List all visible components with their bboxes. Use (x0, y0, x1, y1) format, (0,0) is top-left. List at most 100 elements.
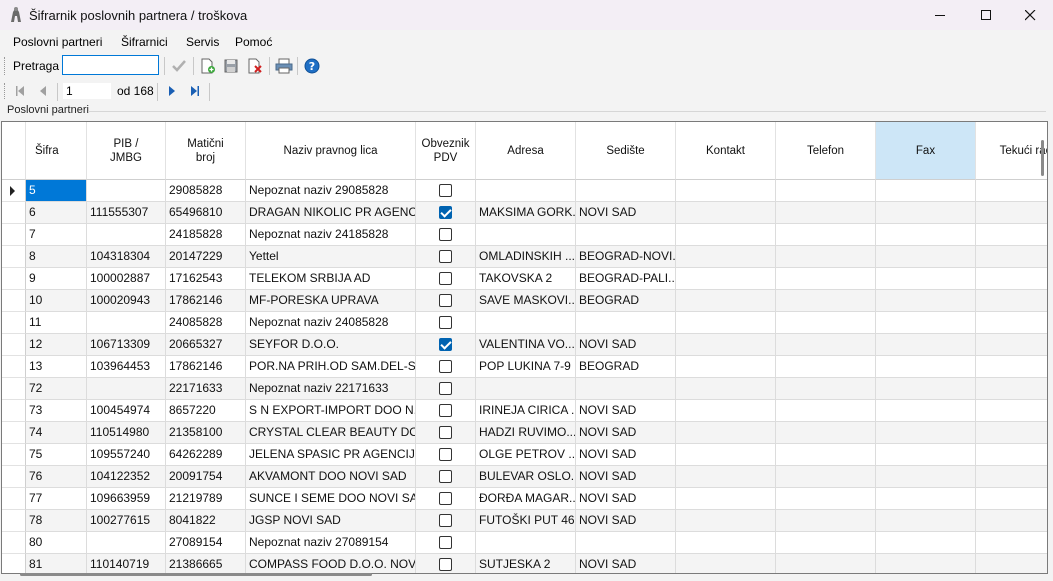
cell-naziv[interactable]: Nepoznat naziv 24185828 (246, 224, 416, 246)
row-header[interactable] (2, 180, 26, 202)
cell-maticni-broj[interactable]: 20147229 (166, 246, 246, 268)
cell-pib-jmbg[interactable]: 104318304 (87, 246, 166, 268)
cell-maticni-broj[interactable]: 24185828 (166, 224, 246, 246)
cell-adresa[interactable]: ĐORĐA MAGAR... (476, 488, 576, 510)
cell-telefon[interactable] (776, 334, 876, 356)
cell-tekuci-racun[interactable] (976, 554, 1047, 573)
cell-adresa[interactable]: OLGE PETROV ... (476, 444, 576, 466)
cell-tekuci-racun[interactable] (976, 466, 1047, 488)
cell-tekuci-racun[interactable] (976, 224, 1047, 246)
help-button[interactable]: ? (303, 57, 321, 75)
cell-adresa[interactable]: FUTOŠKI PUT 46 (476, 510, 576, 532)
cell-naziv[interactable]: Nepoznat naziv 24085828 (246, 312, 416, 334)
pdv-checkbox[interactable] (439, 558, 452, 571)
cell-naziv[interactable]: TELEKOM SRBIJA AD (246, 268, 416, 290)
cell-sediste[interactable]: BEOGRAD-NOVI... (576, 246, 676, 268)
menu-poslovni-partneri[interactable]: Poslovni partneri (13, 35, 102, 49)
column-header-naziv[interactable]: Naziv pravnog lica (246, 122, 416, 180)
cell-tekuci-racun[interactable] (976, 180, 1047, 202)
cell-pib-jmbg[interactable]: 100002887 (87, 268, 166, 290)
cell-pib-jmbg[interactable] (87, 180, 166, 202)
cell-telefon[interactable] (776, 488, 876, 510)
cell-pib-jmbg[interactable] (87, 532, 166, 554)
row-header[interactable] (2, 488, 26, 510)
column-header-fax[interactable]: Fax (876, 122, 976, 180)
cell-naziv[interactable]: Nepoznat naziv 27089154 (246, 532, 416, 554)
previous-page-button[interactable] (34, 82, 52, 100)
cell-adresa[interactable]: SUTJESKA 2 (476, 554, 576, 573)
cell-tekuci-racun[interactable] (976, 532, 1047, 554)
cell-adresa[interactable]: BULEVAR OSLO... (476, 466, 576, 488)
row-header[interactable] (2, 532, 26, 554)
cell-kontakt[interactable] (676, 312, 776, 334)
cell-maticni-broj[interactable]: 17862146 (166, 356, 246, 378)
cell-telefon[interactable] (776, 400, 876, 422)
cell-tekuci-racun[interactable] (976, 400, 1047, 422)
cell-pib-jmbg[interactable]: 109663959 (87, 488, 166, 510)
row-header[interactable] (2, 400, 26, 422)
cell-kontakt[interactable] (676, 334, 776, 356)
cell-sediste[interactable] (576, 180, 676, 202)
cell-pib-jmbg[interactable]: 104122352 (87, 466, 166, 488)
pdv-checkbox[interactable] (439, 338, 452, 351)
search-input[interactable] (62, 55, 159, 75)
cell-telefon[interactable] (776, 510, 876, 532)
cell-sediste[interactable]: NOVI SAD (576, 334, 676, 356)
cell-sediste[interactable]: NOVI SAD (576, 554, 676, 573)
minimize-button[interactable] (917, 0, 963, 30)
partners-grid[interactable]: Šifra PIB / JMBG Matični broj Naziv pravnog… (1, 121, 1048, 574)
cell-fax[interactable] (876, 246, 976, 268)
new-record-button[interactable] (199, 57, 217, 75)
cell-telefon[interactable] (776, 422, 876, 444)
cell-maticni-broj[interactable]: 29085828 (166, 180, 246, 202)
cell-kontakt[interactable] (676, 422, 776, 444)
cell-pib-jmbg[interactable] (87, 224, 166, 246)
row-header[interactable] (2, 202, 26, 224)
cell-kontakt[interactable] (676, 510, 776, 532)
column-header-sediste[interactable]: Sedište (576, 122, 676, 180)
save-button[interactable] (222, 57, 240, 75)
cell-obveznik-pdv[interactable] (416, 224, 476, 246)
cell-naziv[interactable]: MF-PORESKA UPRAVA (246, 290, 416, 312)
cell-fax[interactable] (876, 268, 976, 290)
cell-adresa[interactable] (476, 180, 576, 202)
cell-fax[interactable] (876, 532, 976, 554)
cell-naziv[interactable]: Yettel (246, 246, 416, 268)
cell-kontakt[interactable] (676, 246, 776, 268)
cell-sifra[interactable]: 8 (26, 246, 87, 268)
cell-naziv[interactable]: AKVAMONT DOO NOVI SAD (246, 466, 416, 488)
cell-pib-jmbg[interactable]: 110140719 (87, 554, 166, 573)
cell-tekuci-racun[interactable] (976, 312, 1047, 334)
cell-sifra[interactable]: 80 (26, 532, 87, 554)
cell-adresa[interactable]: MAKSIMA GORK... (476, 202, 576, 224)
cell-obveznik-pdv[interactable] (416, 180, 476, 202)
cell-fax[interactable] (876, 510, 976, 532)
first-page-button[interactable] (11, 82, 29, 100)
pdv-checkbox[interactable] (439, 184, 452, 197)
cell-sediste[interactable]: NOVI SAD (576, 510, 676, 532)
cell-telefon[interactable] (776, 246, 876, 268)
cell-adresa[interactable]: IRINEJA CIRICA ... (476, 400, 576, 422)
cell-fax[interactable] (876, 334, 976, 356)
cell-pib-jmbg[interactable] (87, 312, 166, 334)
cell-sediste[interactable]: NOVI SAD (576, 444, 676, 466)
cell-naziv[interactable]: Nepoznat naziv 22171633 (246, 378, 416, 400)
cell-naziv[interactable]: JGSP NOVI SAD (246, 510, 416, 532)
cell-sifra[interactable]: 75 (26, 444, 87, 466)
pdv-checkbox[interactable] (439, 536, 452, 549)
row-header[interactable] (2, 312, 26, 334)
menu-servis[interactable]: Servis (186, 35, 219, 49)
cell-obveznik-pdv[interactable] (416, 290, 476, 312)
cell-kontakt[interactable] (676, 202, 776, 224)
cell-tekuci-racun[interactable] (976, 378, 1047, 400)
cell-maticni-broj[interactable]: 21386665 (166, 554, 246, 573)
cell-fax[interactable] (876, 378, 976, 400)
row-header[interactable] (2, 466, 26, 488)
cell-kontakt[interactable] (676, 378, 776, 400)
next-page-button[interactable] (163, 82, 181, 100)
cell-kontakt[interactable] (676, 554, 776, 573)
column-header-maticni-broj[interactable]: Matični broj (166, 122, 246, 180)
close-button[interactable] (1007, 0, 1053, 30)
cell-pib-jmbg[interactable]: 109557240 (87, 444, 166, 466)
cell-maticni-broj[interactable]: 65496810 (166, 202, 246, 224)
